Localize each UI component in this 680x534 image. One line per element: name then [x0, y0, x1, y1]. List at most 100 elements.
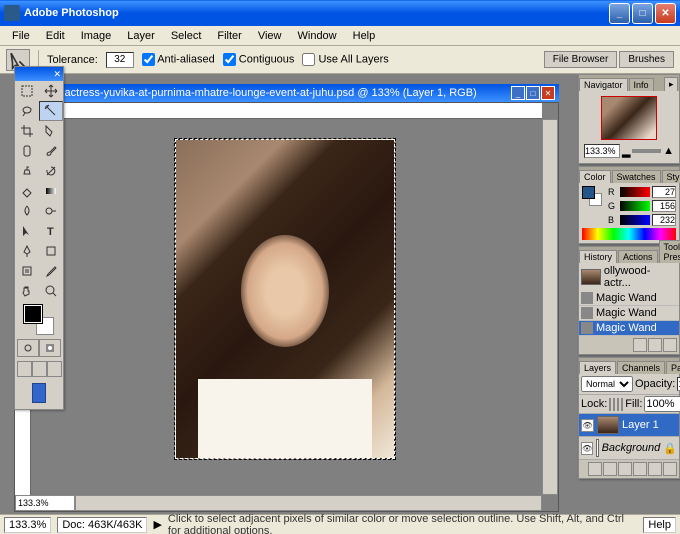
navigator-zoom-input[interactable] — [584, 144, 620, 158]
menu-view[interactable]: View — [250, 28, 290, 44]
screen-menubar-button[interactable] — [32, 361, 47, 377]
notes-tool[interactable] — [15, 261, 39, 281]
status-help[interactable]: Help — [643, 517, 676, 533]
contiguous-checkbox[interactable]: Contiguous — [223, 53, 295, 66]
toolbox-close-icon[interactable]: ✕ — [53, 69, 61, 80]
blur-tool[interactable] — [15, 201, 39, 221]
standard-mode-button[interactable] — [17, 339, 39, 357]
status-zoom[interactable]: 133.3% — [4, 517, 51, 533]
menu-edit[interactable]: Edit — [38, 28, 73, 44]
crop-tool[interactable] — [15, 121, 39, 141]
color-ramp[interactable] — [582, 228, 676, 240]
clone-stamp-tool[interactable] — [15, 161, 39, 181]
type-tool[interactable]: T — [39, 221, 63, 241]
shape-tool[interactable] — [39, 241, 63, 261]
history-item[interactable]: Magic Wand — [579, 321, 679, 336]
history-tab[interactable]: History — [579, 250, 617, 263]
paths-tab[interactable]: Paths — [666, 361, 680, 374]
canvas-image[interactable] — [175, 139, 395, 459]
lock-transparency-button[interactable] — [609, 398, 611, 411]
gradient-tool[interactable] — [39, 181, 63, 201]
zoom-input[interactable]: 133.3% — [15, 495, 75, 511]
zoom-in-icon[interactable]: ▲ — [663, 145, 674, 157]
maximize-button[interactable]: □ — [632, 3, 653, 24]
layer-mask-button[interactable] — [603, 462, 617, 476]
color-fgbg-swatches[interactable] — [582, 186, 602, 206]
toolbox-titlebar[interactable]: ✕ — [15, 67, 63, 81]
r-input[interactable] — [652, 186, 676, 198]
ruler-horizontal[interactable] — [31, 103, 542, 119]
zoom-tool[interactable] — [39, 281, 63, 301]
path-selection-tool[interactable] — [15, 221, 39, 241]
blend-mode-select[interactable]: Normal — [581, 376, 633, 392]
pen-tool[interactable] — [15, 241, 39, 261]
layer-thumbnail[interactable] — [596, 439, 598, 457]
brush-tool[interactable] — [39, 141, 63, 161]
layer-thumbnail[interactable] — [597, 416, 619, 434]
close-button[interactable]: ✕ — [655, 3, 676, 24]
doc-minimize-button[interactable]: _ — [511, 86, 525, 100]
new-layer-button[interactable] — [648, 462, 662, 476]
channels-tab[interactable]: Channels — [617, 361, 665, 374]
visibility-icon[interactable]: 👁 — [581, 419, 594, 432]
lock-position-button[interactable] — [617, 398, 619, 411]
b-slider[interactable] — [620, 215, 650, 225]
history-item[interactable]: Magic Wand — [579, 306, 679, 321]
layer-name[interactable]: Layer 1 — [622, 419, 659, 431]
lock-image-button[interactable] — [613, 398, 615, 411]
lasso-tool[interactable] — [15, 101, 39, 121]
navigator-menu-icon[interactable]: ▸ — [664, 77, 678, 91]
hand-tool[interactable] — [15, 281, 39, 301]
doc-maximize-button[interactable]: □ — [526, 86, 540, 100]
info-tab[interactable]: Info — [629, 78, 654, 91]
screen-standard-button[interactable] — [17, 361, 32, 377]
new-document-button[interactable] — [633, 338, 647, 352]
eraser-tool[interactable] — [15, 181, 39, 201]
foreground-color-swatch[interactable] — [24, 305, 42, 323]
menu-layer[interactable]: Layer — [119, 28, 163, 44]
scrollbar-vertical[interactable] — [542, 119, 558, 495]
healing-brush-tool[interactable] — [15, 141, 39, 161]
menu-help[interactable]: Help — [345, 28, 384, 44]
eyedropper-tool[interactable] — [39, 261, 63, 281]
navigator-zoom-slider[interactable] — [632, 149, 661, 153]
b-input[interactable] — [652, 214, 676, 226]
layers-tab[interactable]: Layers — [579, 361, 616, 374]
document-titlebar[interactable]: ollywood-actress-yuvika-at-purnima-mhatr… — [14, 84, 559, 102]
brushes-tab[interactable]: Brushes — [619, 51, 674, 68]
navigator-thumbnail[interactable] — [601, 96, 657, 140]
adjustment-layer-button[interactable] — [633, 462, 647, 476]
dodge-tool[interactable] — [39, 201, 63, 221]
layer-name[interactable]: Background — [602, 442, 661, 454]
layer-item[interactable]: 👁 Background 🔒 — [579, 437, 679, 460]
history-item[interactable]: Magic Wand — [579, 291, 679, 306]
quickmask-mode-button[interactable] — [39, 339, 61, 357]
file-browser-tab[interactable]: File Browser — [544, 51, 618, 68]
canvas-area[interactable]: 133.3% — [14, 102, 559, 512]
delete-layer-button[interactable] — [663, 462, 677, 476]
navigator-tab[interactable]: Navigator — [579, 78, 628, 91]
status-docsize[interactable]: Doc: 463K/463K — [57, 517, 147, 533]
swatches-tab[interactable]: Swatches — [612, 170, 661, 183]
lock-all-button[interactable] — [621, 398, 623, 411]
antialias-checkbox[interactable]: Anti-aliased — [142, 53, 215, 66]
color-swatches[interactable] — [24, 305, 54, 335]
history-snapshot[interactable]: ollywood-actr... — [579, 263, 679, 291]
screen-full-button[interactable] — [47, 361, 62, 377]
slice-tool[interactable] — [39, 121, 63, 141]
fill-input[interactable] — [644, 396, 680, 412]
alllayers-checkbox[interactable]: Use All Layers — [302, 53, 388, 66]
new-snapshot-button[interactable] — [648, 338, 662, 352]
jump-to-imageready-button[interactable] — [32, 383, 46, 403]
actions-tab[interactable]: Actions — [618, 250, 658, 263]
minimize-button[interactable]: _ — [609, 3, 630, 24]
layer-item[interactable]: 👁 Layer 1 — [579, 414, 679, 437]
menu-image[interactable]: Image — [73, 28, 120, 44]
menu-window[interactable]: Window — [290, 28, 345, 44]
delete-state-button[interactable] — [663, 338, 677, 352]
magic-wand-tool[interactable] — [39, 101, 63, 121]
styles-tab[interactable]: Styles — [662, 170, 680, 183]
g-slider[interactable] — [620, 201, 650, 211]
tolerance-input[interactable] — [106, 52, 134, 68]
scrollbar-horizontal[interactable] — [75, 495, 542, 511]
